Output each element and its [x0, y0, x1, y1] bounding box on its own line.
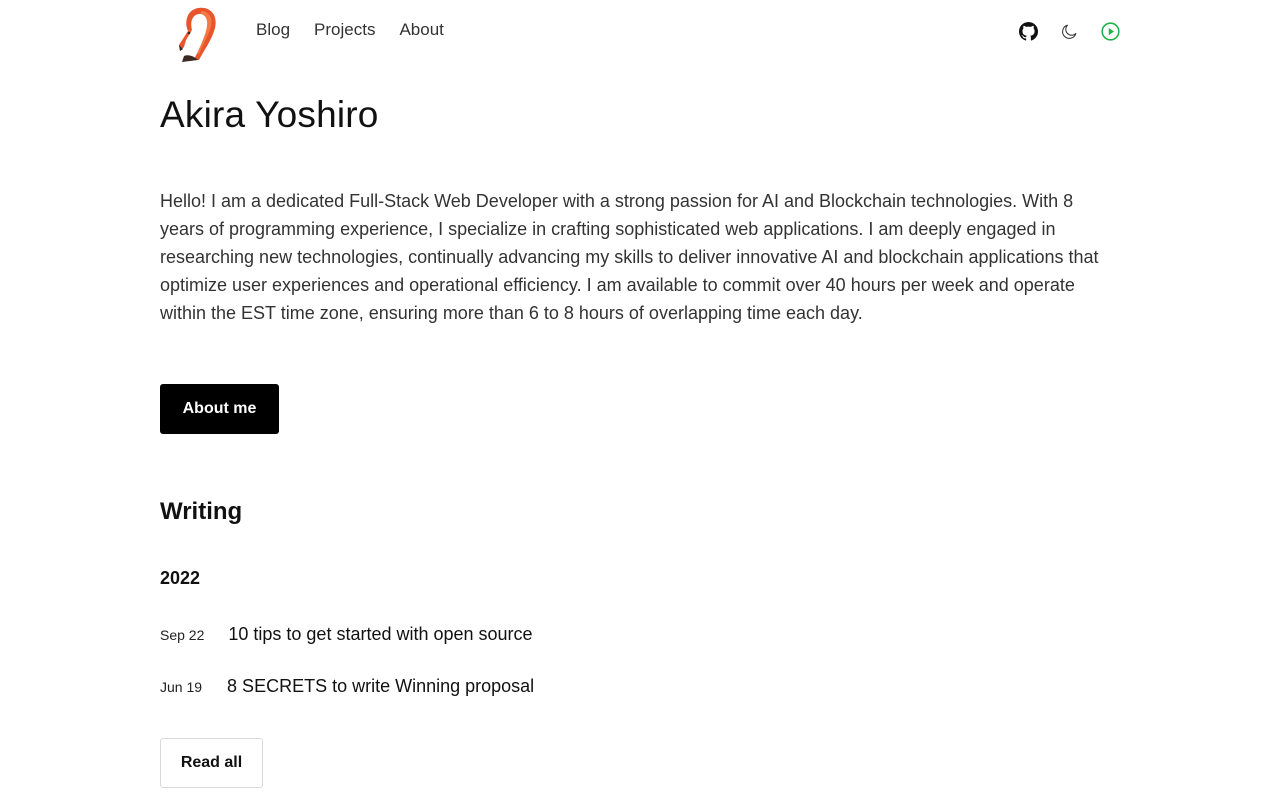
play-circle-icon[interactable]	[1101, 22, 1120, 41]
nav-blog[interactable]: Blog	[256, 20, 290, 40]
flamingo-icon	[179, 7, 216, 62]
intro-paragraph: Hello! I am a dedicated Full-Stack Web D…	[160, 191, 1099, 323]
site-header: Blog Projects About	[160, 0, 1120, 64]
github-icon[interactable]	[1019, 22, 1038, 41]
writing-heading: Writing	[160, 498, 243, 525]
main-nav: Blog Projects About	[256, 20, 444, 40]
moon-icon[interactable]	[1060, 22, 1079, 41]
post-item[interactable]: Sep 22 10 tips to get started with open …	[160, 624, 533, 645]
post-title-link[interactable]: 10 tips to get started with open source	[228, 624, 532, 645]
post-date: Sep 22	[160, 627, 205, 643]
year-heading: 2022	[160, 568, 201, 588]
post-title-link[interactable]: 8 SECRETS to write Winning proposal	[227, 676, 534, 697]
nav-projects[interactable]: Projects	[314, 20, 375, 40]
flamingo-logo[interactable]	[168, 4, 222, 62]
page-container: Blog Projects About Akira Yoshiro Hello!…	[160, 0, 1120, 800]
post-date: Jun 19	[160, 679, 203, 695]
about-me-button[interactable]: About me	[160, 384, 279, 434]
page-title: Akira Yoshiro	[160, 94, 379, 135]
read-all-button[interactable]: Read all	[160, 738, 263, 788]
nav-about[interactable]: About	[399, 20, 443, 40]
header-icons	[1019, 22, 1120, 41]
post-item[interactable]: Jun 19 8 SECRETS to write Winning propos…	[160, 676, 534, 697]
